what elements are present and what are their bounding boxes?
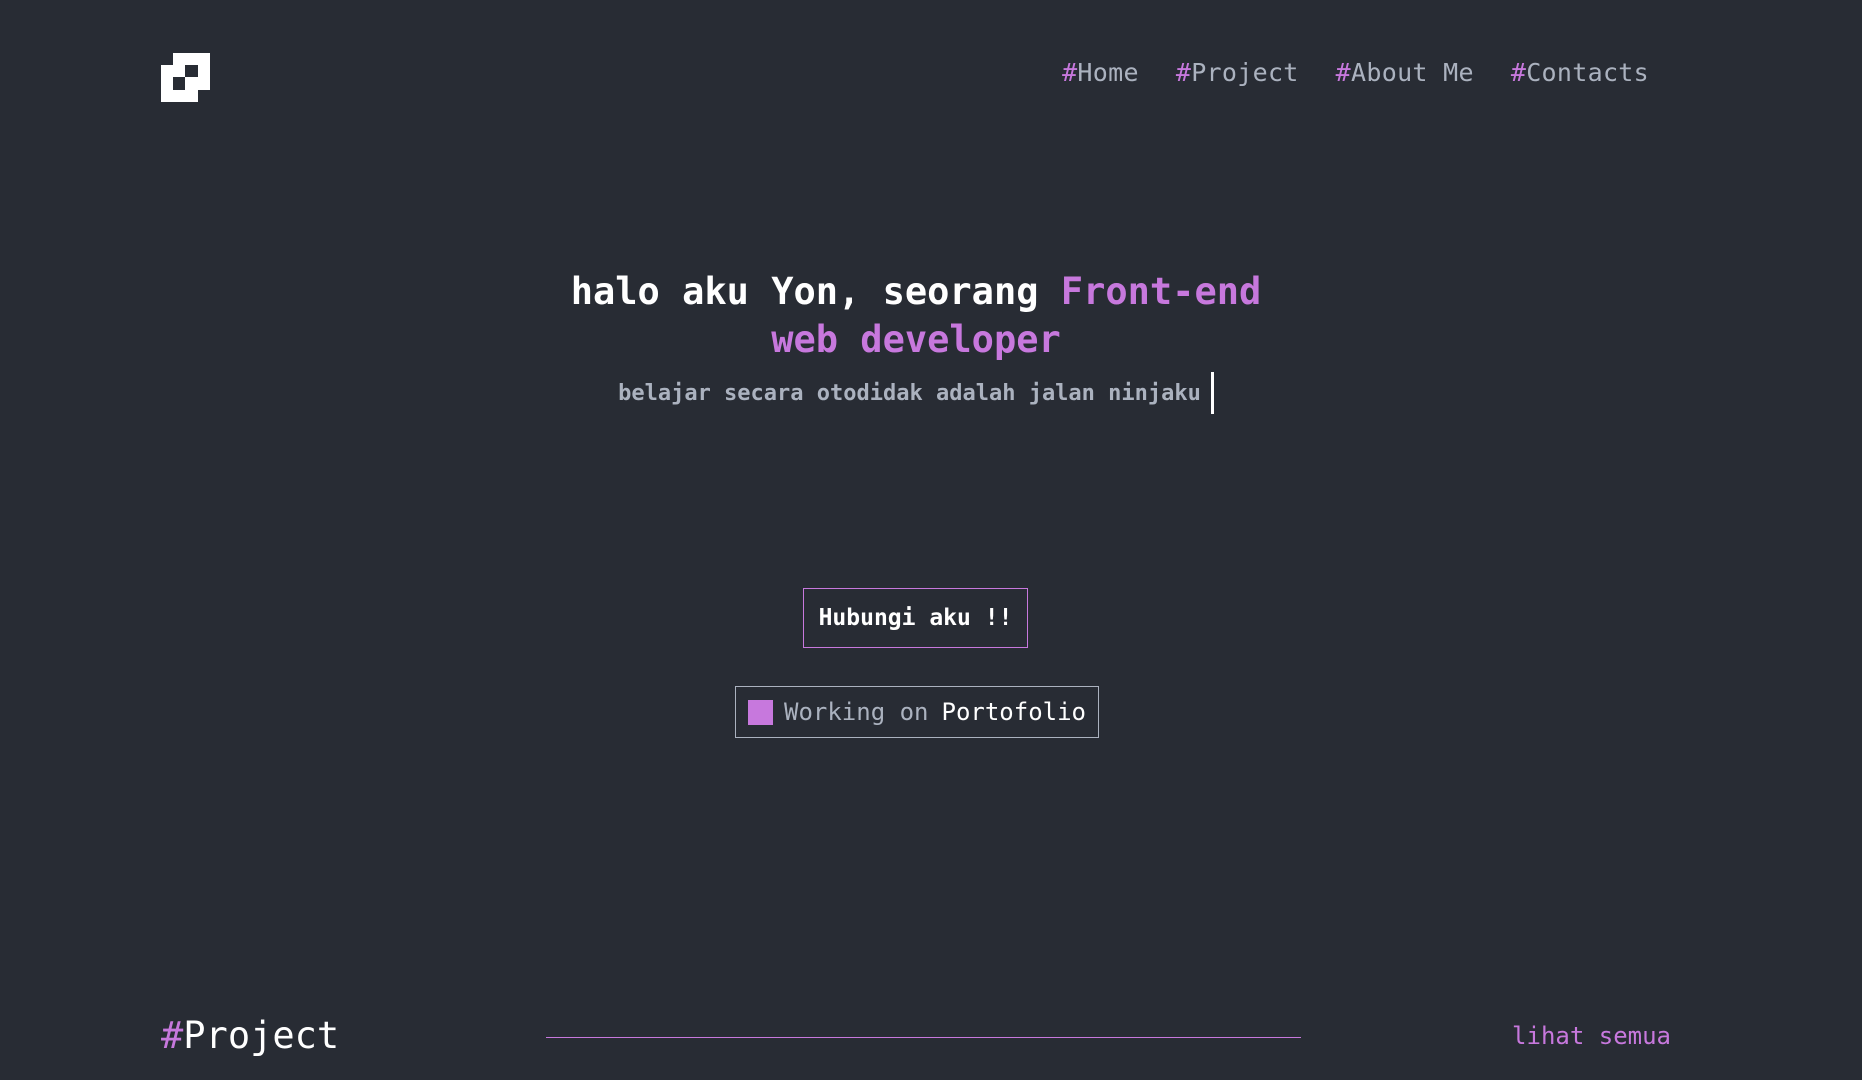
nav-contacts-label: Contacts	[1526, 58, 1649, 87]
see-all-link[interactable]: lihat semua	[1512, 1022, 1671, 1050]
hero-subtitle-row: belajar secara otodidak adalah jalan nin…	[531, 372, 1301, 414]
hero-subtitle: belajar secara otodidak adalah jalan nin…	[618, 380, 1201, 406]
nav-about-link[interactable]: # About Me	[1336, 58, 1474, 87]
nav-project-link[interactable]: # Project	[1176, 58, 1299, 87]
hero-title: halo aku Yon, seorang Front-end web deve…	[531, 268, 1301, 364]
typing-caret-icon	[1210, 372, 1214, 414]
nav-project-label: Project	[1191, 58, 1299, 87]
status-badge: Working on Portofolio	[735, 686, 1099, 738]
page: # Home # Project # About Me # Contacts h…	[0, 0, 1862, 1080]
nav-home-link[interactable]: # Home	[1062, 58, 1139, 87]
hero-title-accent-1: Front-end	[1060, 270, 1262, 313]
nav-contacts-link[interactable]: # Contacts	[1511, 58, 1649, 87]
main-nav: # Home # Project # About Me # Contacts	[1062, 58, 1649, 87]
section-title-label: Project	[183, 1014, 340, 1057]
status-prefix: Working on	[784, 698, 929, 726]
pixel-logo-icon[interactable]	[161, 53, 210, 102]
hero-title-accent-2: web developer	[771, 318, 1061, 361]
status-project: Portofolio	[941, 698, 1087, 726]
section-title: #Project	[161, 1014, 339, 1057]
status-square-icon	[748, 699, 773, 725]
hero-title-prefix: halo aku Yon, seorang	[570, 270, 1061, 313]
hash-symbol: #	[1510, 58, 1527, 87]
hash-symbol: #	[1335, 58, 1352, 87]
hash-symbol: #	[1175, 58, 1192, 87]
nav-home-label: Home	[1077, 58, 1139, 87]
contact-me-button[interactable]: Hubungi aku !!	[803, 588, 1028, 648]
hash-symbol: #	[161, 1014, 184, 1057]
section-divider	[546, 1037, 1301, 1038]
nav-about-label: About Me	[1351, 58, 1474, 87]
hash-symbol: #	[1062, 58, 1078, 87]
